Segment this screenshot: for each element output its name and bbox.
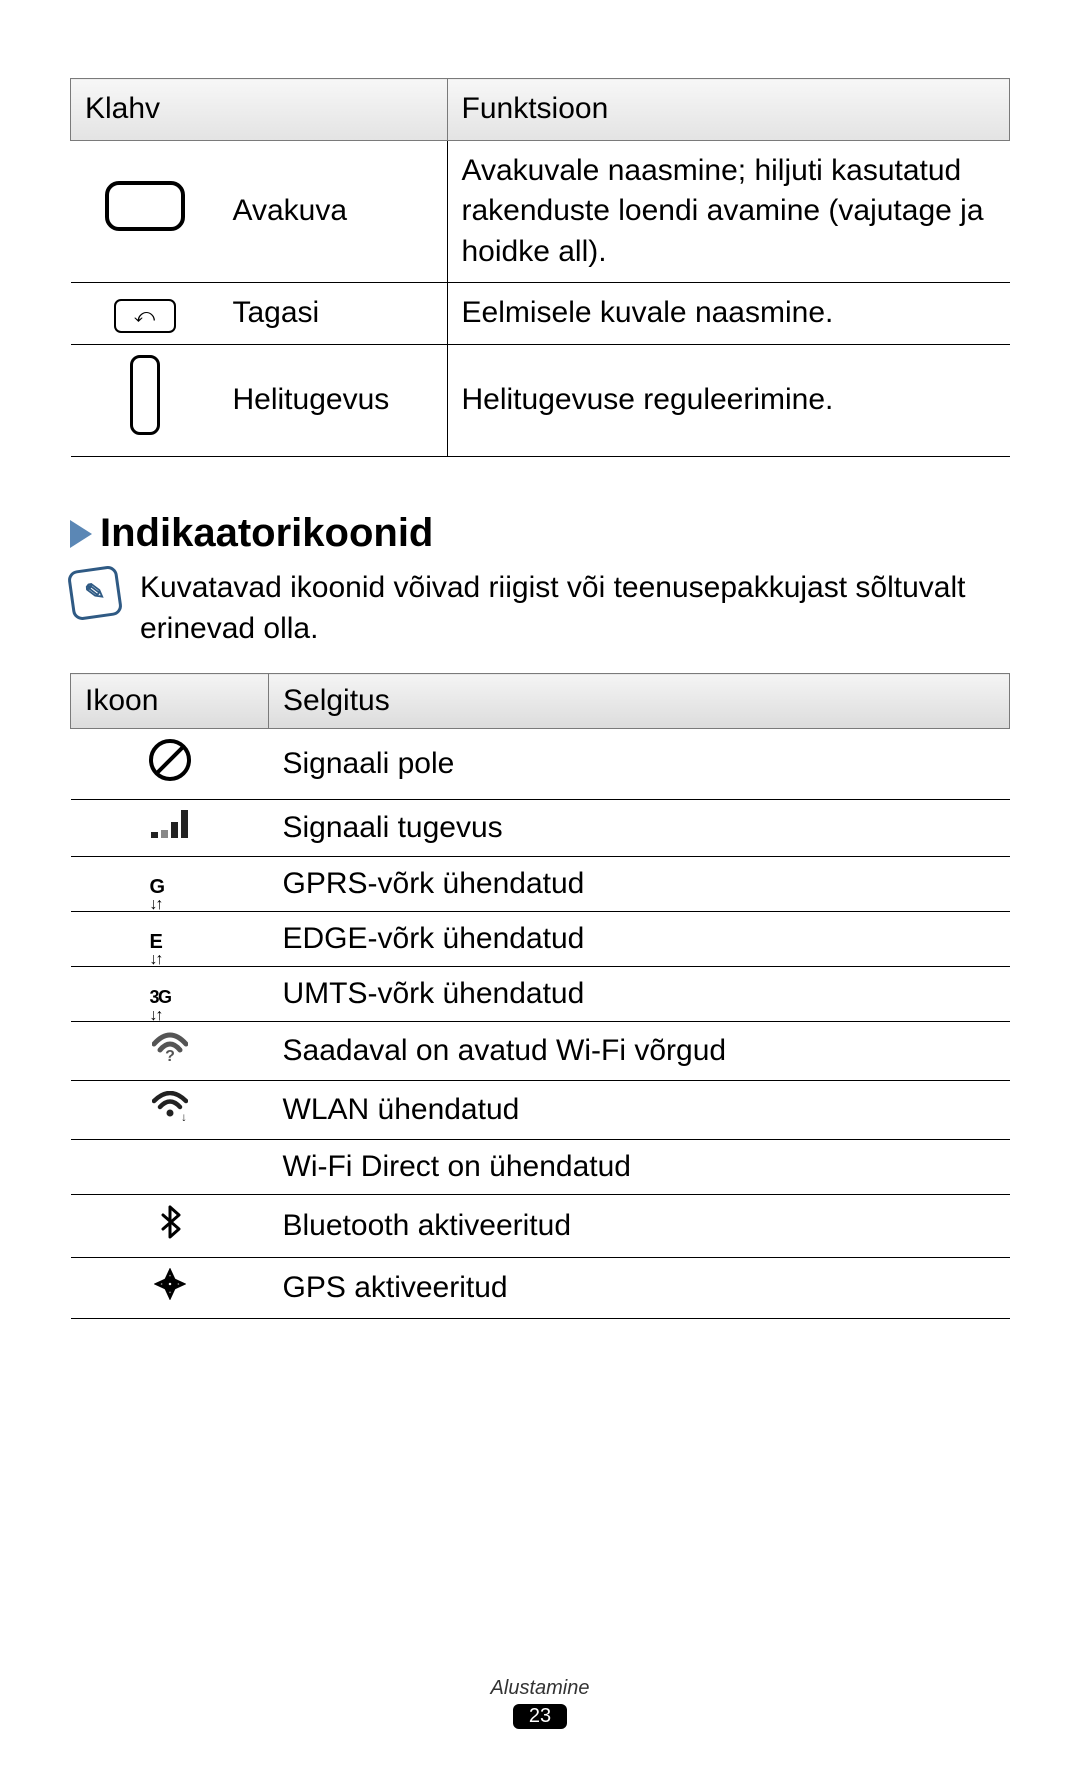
chevron-right-icon [70,520,92,548]
table-row: G↓↑ GPRS-võrk ühendatud [71,857,1010,912]
wlan-connected-icon: ↓↑ [152,1091,188,1121]
keys-table-header-func: Funktsioon [447,79,1010,141]
key-name: Helitugevus [219,344,448,457]
table-row: ? Saadaval on avatud Wi-Fi võrgud [71,1022,1010,1081]
indicator-desc: EDGE-võrk ühendatud [269,912,1010,967]
key-desc: Eelmisele kuvale naasmine. [447,283,1010,345]
table-row: Bluetooth aktiveeritud [71,1195,1010,1258]
table-row: Avakuva Avakuvale naasmine; hiljuti kasu… [71,140,1010,283]
table-row: Signaali tugevus [71,800,1010,857]
indicators-header-desc: Selgitus [269,674,1010,729]
indicators-header-icon: Ikoon [71,674,269,729]
key-desc: Avakuvale naasmine; hiljuti kasutatud ra… [447,140,1010,283]
table-row: GPS aktiveeritud [71,1258,1010,1319]
table-row: ⤺ Tagasi Eelmisele kuvale naasmine. [71,283,1010,345]
no-signal-icon [149,739,191,781]
indicator-desc: WLAN ühendatud [269,1081,1010,1140]
table-row: ↓↑ WLAN ühendatud [71,1081,1010,1140]
indicator-desc: Wi-Fi Direct on ühendatud [269,1140,1010,1195]
key-name: Tagasi [219,283,448,345]
svg-text:↓↑: ↓↑ [181,1110,188,1121]
indicator-desc: Bluetooth aktiveeritud [269,1195,1010,1258]
table-row: E↓↑ EDGE-võrk ühendatud [71,912,1010,967]
section-heading: Indikaatorikoonid [70,511,1010,556]
umts-3g-network-icon: 3G↓↑ [150,988,190,1006]
indicator-desc: GPRS-võrk ühendatud [269,857,1010,912]
info-note-text: Kuvatavad ikoonid võivad riigist või tee… [140,568,1010,649]
page: Klahv Funktsioon Avakuva Avakuvale naasm… [0,0,1080,1771]
indicators-table: Ikoon Selgitus Signaali pole Signaali tu… [70,673,1010,1319]
bluetooth-icon [159,1205,181,1239]
gps-icon [154,1268,186,1300]
gprs-network-icon: G↓↑ [150,877,190,897]
table-row: Helitugevus Helitugevuse reguleerimine. [71,344,1010,457]
page-number: 23 [513,1704,567,1729]
svg-text:?: ? [165,1048,175,1062]
key-desc: Helitugevuse reguleerimine. [447,344,1010,457]
home-key-icon [105,181,185,231]
table-row: Signaali pole [71,729,1010,800]
indicator-desc: GPS aktiveeritud [269,1258,1010,1319]
indicator-desc: Saadaval on avatud Wi-Fi võrgud [269,1022,1010,1081]
wifi-available-icon: ? [152,1032,188,1062]
table-row: Wi-Fi Direct on ühendatud [71,1140,1010,1195]
indicator-desc: Signaali pole [269,729,1010,800]
back-key-icon: ⤺ [114,299,176,333]
table-row: 3G↓↑ UMTS-võrk ühendatud [71,967,1010,1022]
keys-table-header-key: Klahv [71,79,448,141]
section-title: Indikaatorikoonid [100,511,433,556]
signal-strength-icon [151,810,188,838]
edge-network-icon: E↓↑ [150,932,190,952]
page-footer: Alustamine 23 [0,1677,1080,1729]
indicator-desc: Signaali tugevus [269,800,1010,857]
volume-key-icon [130,355,160,435]
footer-section-name: Alustamine [0,1677,1080,1700]
keys-table: Klahv Funktsioon Avakuva Avakuvale naasm… [70,78,1010,457]
info-note: ✎ Kuvatavad ikoonid võivad riigist või t… [70,568,1010,649]
key-name: Avakuva [219,140,448,283]
info-icon: ✎ [67,565,123,621]
indicator-desc: UMTS-võrk ühendatud [269,967,1010,1022]
